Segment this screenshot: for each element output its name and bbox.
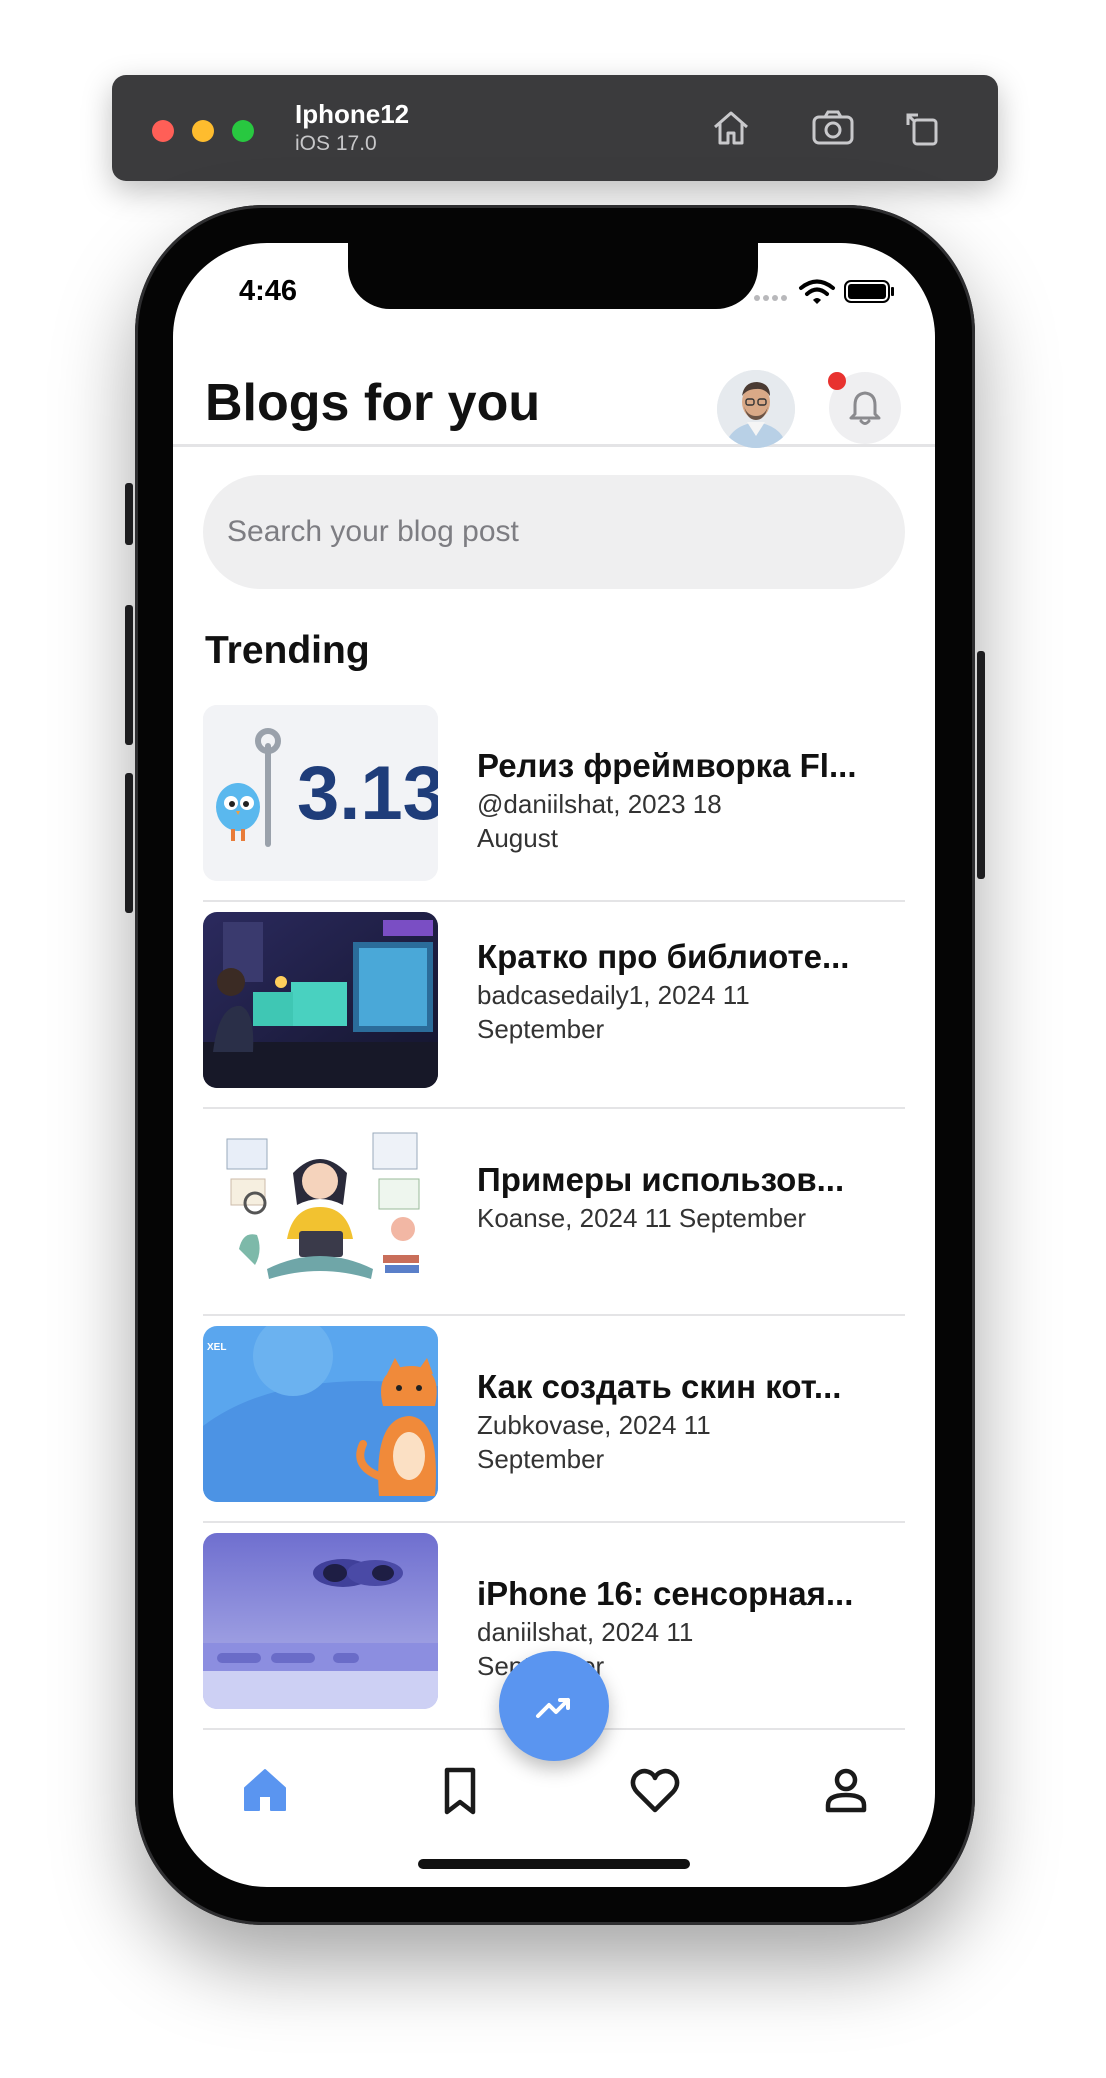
post-title: Как создать скин кот...	[477, 1368, 842, 1405]
status-icons	[754, 279, 894, 304]
post-meta: @daniilshat, 2023 18 August	[477, 789, 722, 853]
nav-home[interactable]	[230, 1755, 300, 1825]
post-thumbnail	[203, 912, 438, 1088]
bell-icon	[849, 391, 881, 425]
nav-favorites[interactable]	[620, 1755, 690, 1825]
volume-up-button	[125, 605, 133, 745]
list-item[interactable]: XEL Как создать скин кот... Zubkovase, 2…	[203, 1316, 905, 1523]
volume-down-button	[125, 773, 133, 913]
list-item[interactable]: Примеры использов... Koanse, 2024 11 Sep…	[203, 1109, 905, 1316]
power-button	[977, 651, 985, 879]
app-screen: 4:46 Blogs for you Search your blog post…	[173, 243, 935, 1887]
trending-list: 3.13 Релиз фреймворка Fl... @daniilshat,…	[203, 695, 905, 1730]
home-icon	[244, 1769, 286, 1811]
battery-icon	[844, 280, 894, 303]
notch	[348, 243, 758, 309]
search-input[interactable]	[203, 475, 905, 589]
nav-profile[interactable]	[811, 1755, 881, 1825]
nav-bookmarks[interactable]	[425, 1755, 495, 1825]
post-meta: badcasedaily1, 2024 11 September	[477, 980, 750, 1044]
post-title: Примеры использов...	[477, 1161, 845, 1198]
post-title: Кратко про библиоте...	[477, 938, 850, 975]
post-title: Релиз фреймворка Fl...	[477, 747, 857, 784]
signal-icon	[754, 295, 787, 301]
status-time: 4:46	[239, 275, 298, 307]
page-title: Blogs for you	[205, 374, 541, 432]
post-thumbnail	[203, 1533, 438, 1709]
home-icon[interactable]	[706, 103, 756, 153]
trending-up-icon	[536, 1698, 570, 1718]
notification-badge	[828, 372, 846, 390]
simulator-toolbar: Iphone12 iOS 17.0	[112, 75, 998, 181]
zoom-window-button[interactable]	[232, 120, 254, 142]
post-title: iPhone 16: сенсорная...	[477, 1575, 854, 1612]
trending-fab-button[interactable]	[499, 1651, 609, 1761]
screenshot-icon[interactable]	[808, 103, 858, 153]
post-thumbnail: 3.13	[203, 705, 438, 881]
close-window-button[interactable]	[152, 120, 174, 142]
thumbnail-text: XEL	[207, 1342, 226, 1353]
home-indicator	[418, 1859, 690, 1869]
phone-frame: 4:46 Blogs for you Search your blog post…	[125, 205, 985, 1925]
mute-switch	[125, 483, 133, 545]
post-thumbnail: XEL	[203, 1326, 438, 1502]
bookmark-icon	[444, 1767, 476, 1815]
heart-icon	[630, 1768, 680, 1813]
list-item[interactable]: 3.13 Релиз фреймворка Fl... @daniilshat,…	[203, 695, 905, 902]
post-thumbnail	[203, 1119, 438, 1295]
wifi-icon	[799, 279, 835, 304]
post-meta: Zubkovase, 2024 11 September	[477, 1410, 711, 1474]
list-item[interactable]: Кратко про библиоте... badcasedaily1, 20…	[203, 902, 905, 1109]
profile-icon	[825, 1768, 867, 1813]
os-version: iOS 17.0	[295, 132, 377, 155]
app-header: Blogs for you	[173, 343, 935, 448]
device-name: Iphone12	[295, 99, 410, 129]
trending-title: Trending	[205, 629, 370, 672]
minimize-window-button[interactable]	[192, 120, 214, 142]
post-meta: Koanse, 2024 11 September	[477, 1203, 807, 1233]
rotate-icon[interactable]	[898, 103, 948, 153]
thumbnail-text: 3.13	[297, 751, 438, 836]
avatar[interactable]	[717, 370, 795, 448]
